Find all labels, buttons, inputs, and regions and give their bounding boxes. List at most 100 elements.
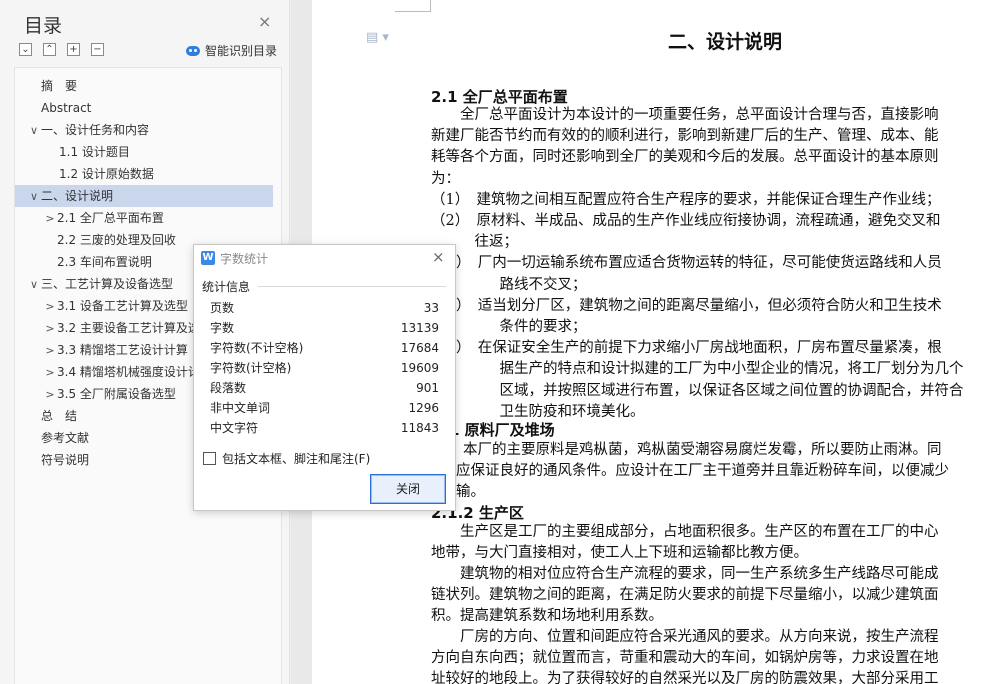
section-divider (258, 286, 446, 287)
doc-line: 址较好的地段上。为了获得较好的自然采光以及厂房的防震效果，大部分采用工 (431, 671, 939, 684)
toc-item-label: 1.1 设计题目 (59, 145, 130, 159)
chevron-right-icon[interactable]: > (43, 384, 57, 405)
toc-item[interactable]: ∨ 一、设计任务和内容 (15, 119, 273, 141)
toc-item-label: Abstract (41, 101, 92, 115)
doc-line: 方向自东向西；就位置而言，苛重和震动大的车间，如锅炉房等，力求设置在地 (431, 650, 939, 666)
stat-value: 17684 (400, 341, 439, 355)
wps-logo-icon: W (201, 251, 215, 265)
include-textbox-checkbox[interactable]: 包括文本框、脚注和尾注(F) (203, 450, 370, 467)
doc-line: 积。提高建筑系数和场地利用系数。 (431, 608, 663, 624)
stat-row: 中文字符 11843 (210, 418, 439, 438)
toc-item-label: 1.2 设计原始数据 (59, 167, 154, 181)
chevron-right-icon[interactable]: > (43, 340, 57, 361)
doc-line: 应保证良好的通风条件。应设计在工厂主干道旁并且靠近粉碎车间，以便减少 (456, 463, 949, 479)
toc-item-label: 3.3 精馏塔工艺设计计算 (57, 343, 188, 357)
toc-item-label: 3.1 设备工艺计算及选型 (57, 299, 188, 313)
chevron-down-icon[interactable]: ∨ (27, 274, 41, 295)
toc-close-icon[interactable]: × (258, 13, 271, 31)
stat-row: 段落数 901 (210, 378, 439, 398)
chevron-right-icon[interactable]: > (43, 362, 57, 383)
doc-line: ） 适当划分厂区，建筑物之间的距离尽量缩小，但必须符合防火和卫生技术 (456, 297, 942, 314)
close-button[interactable]: 关闭 (370, 474, 446, 504)
toc-item[interactable]: 1.1 设计题目 (15, 141, 273, 163)
doc-line: 地带，与大门直接相对，使工人上下班和运输都比教方便。 (431, 545, 808, 561)
stat-label: 字符数(不计空格) (210, 341, 304, 355)
stat-value: 1296 (408, 401, 439, 415)
stat-label: 段落数 (210, 381, 247, 395)
stat-label: 中文字符 (210, 421, 259, 435)
toc-item-label: 3.5 全厂附属设备选型 (57, 387, 176, 401)
doc-line: 区域，并按照区域进行布置，以保证各区域之间位置的协调配合，并符合 (456, 382, 964, 399)
stat-value: 11843 (400, 421, 439, 435)
doc-line: ） 厂内一切运输系统布置应适合货物运转的特征，尽可能使货运路线和人员 (456, 255, 942, 272)
smart-toc-label: 智能识别目录 (205, 44, 278, 58)
chevron-right-icon[interactable]: > (43, 296, 57, 317)
toc-item-label: 符号说明 (41, 453, 90, 467)
stat-value: 33 (423, 301, 439, 315)
stat-row: 字符数(计空格) 19609 (210, 358, 439, 378)
doc-line: 本厂的主要原料是鸡枞菌，鸡枞菌受潮容易腐烂发霉，所以要防止雨淋。同 (463, 442, 942, 458)
doc-line: 为： (431, 170, 460, 187)
word-count-dialog: W 字数统计 × 统计信息 页数 33 字数 13139 字符数(不计空格) 17684 字… (193, 244, 456, 511)
dialog-close-icon[interactable]: × (432, 248, 445, 266)
chevron-right-icon[interactable]: > (43, 208, 57, 229)
doc-line: 链状列。建筑物之间的距离，在满足防火要求的前提下尽量缩小，以减少建筑面 (431, 587, 939, 603)
doc-line: 厂房的方向、位置和间距应符合采光通风的要求。从方向来说，按生产流程 (431, 629, 939, 645)
stat-row: 字符数(不计空格) 17684 (210, 338, 439, 358)
document-menu-icon[interactable]: ▤ ▾ (366, 30, 389, 45)
stat-label: 字符数(计空格) (210, 361, 292, 375)
stat-value: 13139 (400, 321, 439, 335)
toc-item[interactable]: 1.2 设计原始数据 (15, 163, 273, 185)
stats-section-label: 统计信息 (202, 280, 251, 294)
chevron-down-icon[interactable]: ∨ (27, 186, 41, 207)
doc-line: 输。 (456, 484, 485, 500)
chevron-down-icon[interactable]: ∨ (27, 120, 41, 141)
page-corner-mark (395, 0, 431, 12)
stat-row: 页数 33 (210, 298, 439, 318)
doc-subsection-2-1-1: 1 原料厂及堆场 (449, 421, 555, 439)
toc-item-label: 2.2 三废的处理及回收 (57, 233, 176, 247)
toc-item[interactable]: 摘 要 (15, 75, 273, 97)
stat-label: 非中文单词 (210, 401, 271, 415)
doc-line: 条件的要求； (456, 319, 587, 335)
stat-row: 字数 13139 (210, 318, 439, 338)
toc-item-label: 2.3 车间布置说明 (57, 255, 152, 269)
toc-item-label: 总 结 (41, 409, 78, 423)
stat-label: 页数 (210, 301, 235, 315)
toc-item-label: 3.4 精馏塔机械强度设计计算 (57, 365, 212, 379)
doc-line: 新建厂能否节约而有效的的顺利进行，影响到新建厂后的生产、管理、成本、能 (431, 128, 939, 145)
stat-label: 字数 (210, 321, 235, 335)
doc-line: 耗等各个方面，同时还影响到全厂的美观和今后的发展。总平面设计的基本原则 (431, 149, 939, 166)
chevron-right-icon[interactable]: > (43, 318, 57, 339)
dialog-title: 字数统计 (220, 252, 269, 266)
add-heading-icon[interactable]: + (67, 43, 80, 56)
toc-item-label: 3.2 主要设备工艺计算及选型 (57, 321, 212, 335)
stat-value: 19609 (400, 361, 439, 375)
checkbox-label: 包括文本框、脚注和尾注(F) (222, 452, 371, 466)
dialog-titlebar[interactable]: W 字数统计 × (194, 245, 455, 271)
remove-heading-icon[interactable]: − (91, 43, 104, 56)
toc-item-label: 一、设计任务和内容 (41, 123, 150, 137)
expand-all-icon[interactable]: ⌄ (19, 43, 32, 56)
toc-item[interactable]: Abstract (15, 97, 273, 119)
toc-item-label: 参考文献 (41, 431, 90, 445)
collapse-all-icon[interactable]: ⌃ (43, 43, 56, 56)
smart-toc-button[interactable]: 智能识别目录 (186, 42, 277, 59)
stat-value: 901 (416, 381, 439, 395)
checkbox-icon[interactable] (203, 452, 216, 465)
toc-item-label: 三、工艺计算及设备选型 (41, 277, 174, 291)
toc-item-label: 2.1 全厂总平面布置 (57, 211, 164, 225)
toc-item-label: 摘 要 (41, 79, 78, 93)
toc-item[interactable]: ∨ 二、设计说明 (15, 185, 273, 207)
doc-line: ） 在保证安全生产的前提下力求缩小厂房战地面积，厂房布置尽量紧凑，根 (456, 340, 942, 357)
doc-section-2-1: 2.1 全厂总平面布置 (431, 88, 568, 106)
doc-line: （2） 原材料、半成品、成品的生产作业线应衔接协调，流程疏通，避免交叉和 (431, 213, 941, 229)
smart-toc-icon (186, 45, 200, 56)
toc-item[interactable]: >2.1 全厂总平面布置 (15, 207, 273, 229)
toc-item-label: 二、设计说明 (41, 189, 114, 203)
doc-line: 全厂总平面设计为本设计的一项重要任务，总平面设计合理与否，直接影响 (431, 107, 939, 123)
doc-line: 建筑物的相对位应符合生产流程的要求，同一生产系统多生产线路尽可能成 (431, 566, 939, 582)
stat-row: 非中文单词 1296 (210, 398, 439, 418)
doc-line: 据生产的特点和设计拟建的工厂为中小型企业的情况，将工厂划分为几个 (456, 361, 964, 378)
toc-title: 目录 (24, 15, 63, 37)
